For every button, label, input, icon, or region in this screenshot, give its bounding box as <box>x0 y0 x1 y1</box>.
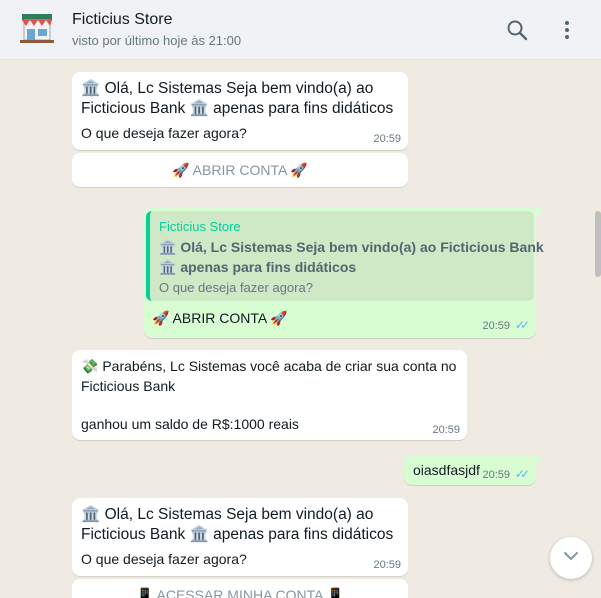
quote-text-line: 🏛️ apenas para fins didáticos <box>159 259 357 275</box>
message-text-line: Ficticious Bank <box>81 378 176 394</box>
scrollbar-thumb[interactable] <box>595 211 601 277</box>
bubble-tail <box>535 208 543 221</box>
read-receipt-icon: ✓✓ <box>514 318 530 332</box>
read-receipt-icon: ✓✓ <box>514 467 530 481</box>
open-account-button[interactable]: 🚀 ABRIR CONTA 🚀 <box>72 153 408 187</box>
chat-title[interactable]: Ficticius Store <box>72 11 172 29</box>
message-outgoing[interactable]: Ficticius Store 🏛️ Olá, Lc Sistemas Seja… <box>144 208 544 338</box>
chat-header: Ficticius Store visto por último hoje às… <box>0 0 601 60</box>
more-vert-icon[interactable] <box>555 18 579 42</box>
search-icon[interactable] <box>505 18 529 42</box>
message-text-line: O que deseja fazer agora? <box>81 125 247 141</box>
bubble-tail <box>535 455 543 468</box>
message-text: 🚀 ABRIR CONTA 🚀 <box>152 310 288 326</box>
quote-author: Ficticius Store <box>159 219 241 234</box>
message-text-line: 🏛️ Olá, Lc Sistemas Seja bem vindo(a) ao <box>81 80 374 97</box>
message-time: 20:59 <box>432 424 460 436</box>
message-incoming[interactable]: 🏛️ Olá, Lc Sistemas Seja bem vindo(a) ao… <box>72 498 408 576</box>
last-seen-status: visto por último hoje às 21:00 <box>72 33 242 48</box>
message-incoming[interactable]: 💸 Parabéns, Lc Sistemas você acaba de cr… <box>72 350 467 440</box>
message-text: oiasdfasjdf <box>413 462 480 478</box>
store-avatar-icon[interactable] <box>20 12 54 44</box>
message-outgoing[interactable]: oiasdfasjdf 20:59 ✓✓ <box>404 455 536 485</box>
message-text-line: O que deseja fazer agora? <box>81 551 247 567</box>
message-time: 20:59 <box>482 320 510 332</box>
quoted-message[interactable]: Ficticius Store 🏛️ Olá, Lc Sistemas Seja… <box>146 211 544 301</box>
message-time: 20:59 <box>373 559 401 571</box>
access-account-button[interactable]: 📱 ACESSAR MINHA CONTA 📱 <box>72 579 408 598</box>
message-text-line: 🏛️ Olá, Lc Sistemas Seja bem vindo(a) ao <box>81 506 374 523</box>
chevron-down-icon <box>561 546 581 571</box>
quote-text-line: O que deseja fazer agora? <box>159 280 313 295</box>
message-text-line: ganhou um saldo de R$:1000 reais <box>81 416 299 432</box>
message-time: 20:59 <box>482 469 510 481</box>
scroll-to-bottom-button[interactable] <box>550 537 592 579</box>
chat-area[interactable]: 🏛️ Olá, Lc Sistemas Seja bem vindo(a) ao… <box>0 60 601 598</box>
quote-text-line: 🏛️ Olá, Lc Sistemas Seja bem vindo(a) ao… <box>159 239 544 255</box>
chat-scrollbar[interactable] <box>595 60 601 598</box>
message-incoming[interactable]: 🏛️ Olá, Lc Sistemas Seja bem vindo(a) ao… <box>72 72 408 150</box>
message-text-line: Ficticious Bank 🏛️ apenas para fins didá… <box>81 100 394 117</box>
message-time: 20:59 <box>373 133 401 145</box>
message-text-line: Ficticious Bank 🏛️ apenas para fins didá… <box>81 526 394 543</box>
message-text-line: 💸 Parabéns, Lc Sistemas você acaba de cr… <box>81 358 457 374</box>
